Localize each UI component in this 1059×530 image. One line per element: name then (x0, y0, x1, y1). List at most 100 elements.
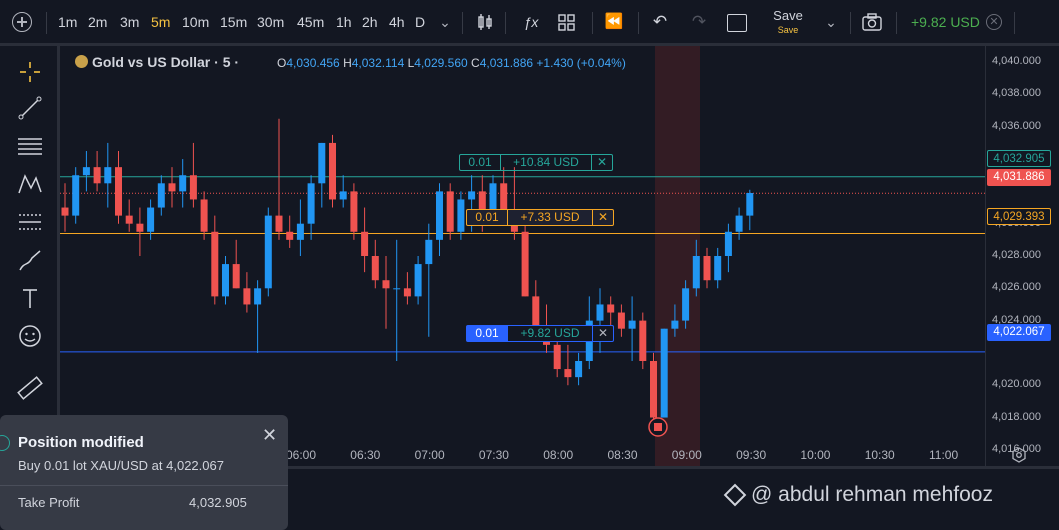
toolbar-divider (46, 12, 47, 34)
trend-line-icon[interactable] (14, 92, 46, 124)
candle-body (243, 288, 251, 305)
chart-pane[interactable] (60, 46, 985, 466)
timeframe-5m[interactable]: 5m (151, 0, 170, 44)
price-axis[interactable]: 4,040.0004,038.0004,036.0004,034.0004,03… (985, 46, 1059, 466)
time-axis-label: 07:00 (414, 448, 445, 462)
candle-body (660, 328, 668, 418)
entry-pnl: +7.33 USD (508, 209, 593, 226)
price-axis-label: 4,036.000 (992, 119, 1041, 132)
indicators-icon[interactable]: ƒx (520, 0, 542, 44)
candle-body (628, 320, 636, 329)
candle-body (724, 231, 732, 256)
watermark-text: @ abdul rehman mehfooz (751, 483, 993, 506)
timeframe-15m[interactable]: 15m (220, 0, 247, 44)
toolbar-divider (896, 12, 897, 34)
entry-order[interactable]: 0.01 +7.33 USD ✕ (466, 209, 614, 226)
candle-body (682, 288, 690, 321)
candle-body (575, 361, 583, 378)
candles-icon[interactable] (475, 12, 495, 32)
timeframe-3m[interactable]: 3m (120, 0, 139, 44)
symbol-legend: Gold vs US Dollar · 5 · (75, 54, 239, 70)
candlestick-chart (60, 46, 985, 466)
candle-body (521, 231, 529, 297)
candle-body (115, 167, 122, 216)
toolbar-divider (1014, 12, 1015, 34)
timeframe-D[interactable]: D (415, 0, 425, 44)
gold-coin-icon (75, 55, 88, 68)
symbol-name: Gold vs US Dollar · 5 · (92, 54, 240, 70)
open-key: O (277, 56, 287, 70)
binance-logo-icon (723, 483, 747, 507)
time-axis-label: 09:30 (736, 448, 767, 462)
candle-body (82, 167, 90, 176)
fullscreen-icon[interactable] (727, 14, 747, 32)
close-position-icon[interactable]: ✕ (986, 14, 1002, 30)
timeframe-10m[interactable]: 10m (182, 0, 209, 44)
current-price-tag: 4,031.886 (987, 169, 1051, 186)
undo-icon[interactable]: ↶ (650, 0, 670, 44)
redo-icon[interactable]: ↷ (689, 0, 709, 44)
candle-body (414, 264, 422, 297)
timeframe-4h[interactable]: 4h (389, 0, 405, 44)
pattern-icon[interactable] (14, 168, 46, 200)
ohlc-values: O4,030.456 H4,032.114 L4,029.560 C4,031.… (277, 56, 626, 70)
candle-body (200, 199, 208, 232)
time-axis-label: 06:30 (350, 448, 381, 462)
fib-retracement-icon[interactable] (14, 206, 46, 238)
take-profit-order[interactable]: 0.01 +10.84 USD ✕ (459, 154, 613, 171)
save-label: Save (773, 8, 803, 23)
close-icon[interactable]: ✕ (262, 425, 277, 446)
crosshair-icon[interactable] (14, 56, 46, 88)
candle-body (553, 344, 561, 370)
timeframe-2m[interactable]: 2m (88, 0, 107, 44)
toast-message: Buy 0.01 lot XAU/USD at 4,022.067 (18, 458, 224, 473)
brush-icon[interactable] (14, 244, 46, 276)
candle-body (532, 296, 540, 329)
time-axis-label: 10:30 (864, 448, 895, 462)
camera-icon[interactable] (861, 12, 883, 32)
candle-body (179, 175, 187, 192)
timeframe-30m[interactable]: 30m (257, 0, 284, 44)
timeframe-1h[interactable]: 1h (336, 0, 352, 44)
position-qty: 0.01 (466, 325, 508, 342)
close-position-icon[interactable]: ✕ (593, 325, 614, 342)
candle-body (125, 215, 133, 224)
price-axis-label: 4,028.000 (992, 249, 1041, 261)
ruler-icon[interactable] (14, 372, 46, 404)
price-axis-label: 4,018.000 (992, 410, 1041, 423)
time-axis-label: 07:30 (478, 448, 509, 462)
candle-body (157, 183, 165, 208)
close-tp-icon[interactable]: ✕ (592, 154, 613, 171)
time-axis-label: 11:00 (929, 448, 959, 462)
price-axis-label: 4,026.000 (992, 281, 1041, 294)
close-entry-icon[interactable]: ✕ (593, 209, 614, 226)
toolbar-divider (850, 12, 851, 34)
layout-grid-icon[interactable] (557, 13, 577, 33)
candle-body (329, 142, 336, 200)
entry-qty: 0.01 (466, 209, 508, 226)
candle-body (671, 320, 679, 329)
candle-body (703, 256, 711, 281)
candle-body (425, 239, 433, 265)
candle-body (617, 312, 625, 329)
candle-body (189, 175, 197, 200)
settings-icon[interactable] (1011, 447, 1027, 463)
toast-title: Position modified (18, 434, 144, 451)
emoji-icon[interactable] (14, 320, 46, 352)
tp-qty: 0.01 (459, 154, 501, 171)
chevron-down-icon[interactable]: ⌄ (438, 0, 452, 44)
candle-body (361, 231, 369, 256)
add-symbol-icon[interactable] (12, 12, 32, 32)
time-axis-label: 06:00 (286, 448, 317, 462)
position-order[interactable]: 0.01 +9.82 USD ✕ (466, 325, 614, 342)
timeframe-2h[interactable]: 2h (362, 0, 378, 44)
candle-body (382, 280, 390, 289)
chevron-down-icon[interactable]: ⌄ (824, 0, 838, 44)
timeframe-1m[interactable]: 1m (58, 0, 77, 44)
timeframe-45m[interactable]: 45m (297, 0, 324, 44)
candle-body (403, 288, 411, 297)
horizontal-lines-icon[interactable] (14, 130, 46, 162)
replay-icon[interactable]: ⏪ (602, 0, 626, 44)
text-tool-icon[interactable] (14, 282, 46, 314)
entry-price-tag: 4,029.393 (987, 208, 1051, 225)
